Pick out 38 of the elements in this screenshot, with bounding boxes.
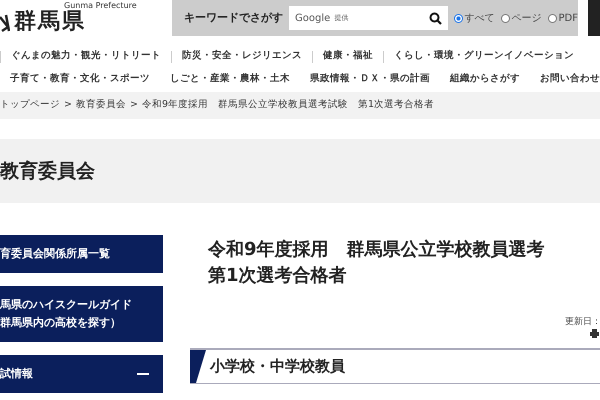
scope-radio[interactable]	[454, 14, 463, 22]
scope-radio[interactable]	[500, 14, 510, 22]
nav-link[interactable]: 県政情報・ＤＸ・県の計画	[300, 72, 440, 87]
nav-link[interactable]: 防災・安全・レジリエンス	[172, 49, 312, 64]
logo-title: 群馬県	[14, 10, 86, 34]
scope-label: PDF	[558, 12, 578, 26]
accent-stripe	[190, 350, 206, 383]
article-title-line: 令和9年度採用 群馬県公立学校教員選考	[208, 238, 546, 262]
scope-label: すべて	[464, 12, 495, 26]
nav-link[interactable]: ぐんまの魅力・観光・リトリート	[1, 49, 171, 64]
sidebar-label: 群馬県内の高校を探す）	[0, 315, 122, 331]
sidebar-label: 試情報	[0, 366, 33, 382]
sidebar-label: 馬県のハイスクールガイド	[0, 297, 132, 313]
google-label: Google	[295, 12, 330, 26]
nav-link[interactable]: 健康・福祉	[313, 49, 383, 64]
scope-label: ページ	[512, 12, 542, 26]
breadcrumb-link[interactable]: トップページ	[0, 98, 60, 113]
nav-link[interactable]: くらし・環境・グリーンイノベーション	[384, 49, 584, 64]
scope-radio[interactable]	[548, 14, 557, 22]
subheading: 小学校・中学校教員	[210, 356, 345, 378]
sidebar-item[interactable]: 育委員会関係所属一覧	[0, 235, 163, 273]
sidebar-item[interactable]: 馬県のハイスクールガイド 群馬県内の高校を探す）	[0, 286, 163, 342]
breadcrumb-separator: >	[63, 98, 73, 112]
color-button[interactable]	[588, 0, 600, 36]
nav-link[interactable]: しごと・産業・農林・土木	[160, 72, 300, 87]
updated-date: 更新日：	[565, 316, 600, 329]
logo-subtitle: Gunma Prefecture	[64, 0, 137, 10]
nav-link[interactable]: 組織からさがす	[440, 72, 530, 87]
article-title-line: 第1次選考合格者	[208, 264, 348, 288]
sidebar-item[interactable]: 試情報	[0, 355, 163, 393]
logo-icon	[0, 13, 10, 33]
nav-link[interactable]: 子育て・教育・文化・スポーツ	[0, 72, 160, 87]
breadcrumb-separator: >	[128, 98, 139, 112]
search-icon[interactable]	[428, 12, 442, 24]
nav-link[interactable]: お問い合わせ	[530, 72, 600, 87]
search-label: キーワードでさがす	[184, 10, 283, 26]
sidebar-label: 育委員会関係所属一覧	[0, 246, 110, 262]
breadcrumb-link[interactable]: 教育委員会	[76, 98, 126, 113]
